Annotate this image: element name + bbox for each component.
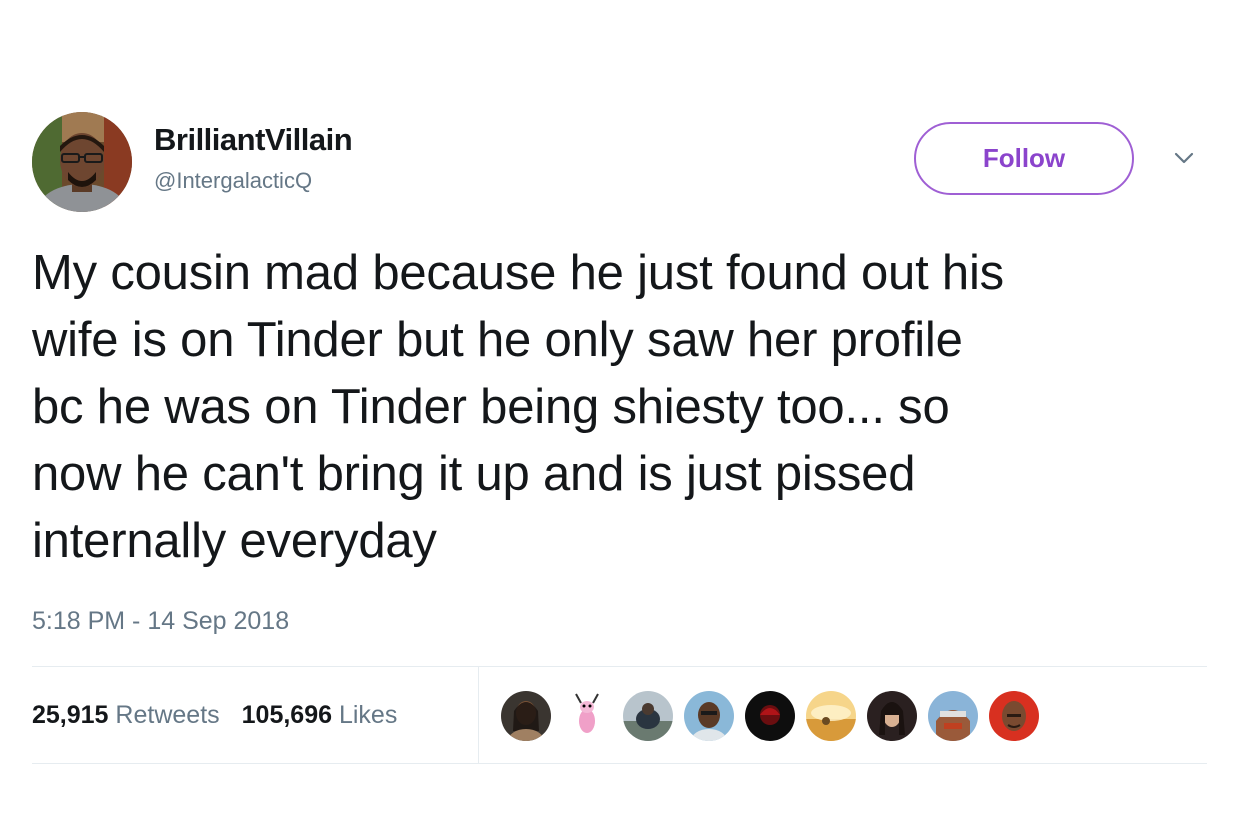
divider (32, 763, 1207, 764)
tweet-text-line: bc he was on Tinder being shiesty too...… (32, 380, 950, 434)
liker-avatar[interactable] (928, 691, 978, 741)
liker-avatar[interactable] (562, 691, 612, 741)
user-names: BrilliantVillain @IntergalacticQ (154, 122, 353, 194)
retweets-stat[interactable]: 25,915 Retweets (32, 701, 220, 730)
vertical-divider (478, 667, 479, 763)
tweet-text-line: now he can't bring it up and is just pis… (32, 447, 916, 501)
liker-avatars (501, 691, 1050, 741)
display-name[interactable]: BrilliantVillain (154, 122, 353, 158)
tweet-text-line: My cousin mad because he just found out … (32, 246, 1004, 300)
engagement-stats: 25,915 Retweets 105,696 Likes (32, 667, 1207, 763)
liker-avatar[interactable] (989, 691, 1039, 741)
liker-avatar[interactable] (806, 691, 856, 741)
liker-avatar[interactable] (501, 691, 551, 741)
likes-stat[interactable]: 105,696 Likes (242, 701, 398, 730)
retweets-label: Retweets (115, 700, 220, 729)
chevron-down-icon[interactable] (1172, 146, 1196, 170)
tweet-header: BrilliantVillain @IntergalacticQ Follow (32, 110, 1207, 215)
liker-avatar[interactable] (684, 691, 734, 741)
liker-avatar[interactable] (867, 691, 917, 741)
tweet-text-line: internally everyday (32, 514, 437, 568)
follow-button[interactable]: Follow (914, 122, 1134, 195)
likes-count: 105,696 (241, 700, 333, 729)
tweet-card: BrilliantVillain @IntergalacticQ Follow … (32, 110, 1207, 764)
liker-avatar[interactable] (623, 691, 673, 741)
likes-label: Likes (338, 700, 398, 729)
liker-avatar[interactable] (745, 691, 795, 741)
tweet-text: My cousin mad because he just found out … (32, 240, 1207, 575)
user-handle[interactable]: @IntergalacticQ (154, 168, 352, 194)
retweets-count: 25,915 (32, 700, 109, 729)
user-avatar[interactable] (32, 112, 132, 212)
tweet-text-line: wife is on Tinder but he only saw her pr… (32, 313, 963, 367)
tweet-timestamp[interactable]: 5:18 PM - 14 Sep 2018 (32, 607, 1207, 636)
